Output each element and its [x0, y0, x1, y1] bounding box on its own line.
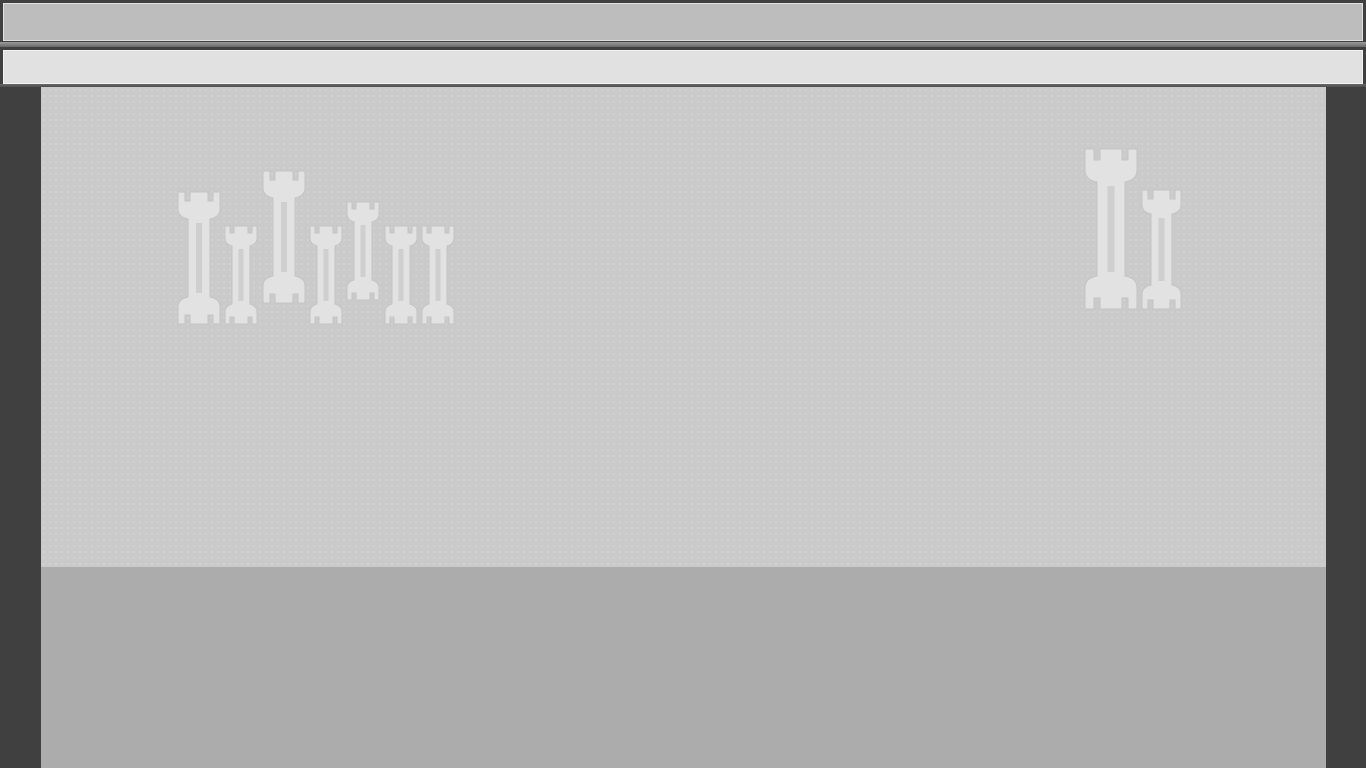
top-bar: [3, 3, 1363, 41]
wrench-icon: [262, 170, 306, 304]
wrench-icon: [1084, 148, 1138, 310]
wrench-icon: [1141, 189, 1182, 310]
lower-panel: [41, 567, 1326, 768]
wrench-icon: [309, 225, 343, 325]
wrench-icon: [384, 225, 418, 325]
right-frame: [1325, 87, 1366, 768]
wrench-icon: [421, 225, 455, 325]
wrench-icon: [346, 201, 380, 301]
secondary-bar: [3, 50, 1363, 84]
left-frame: [0, 87, 41, 768]
top-bar-divider: [0, 42, 1366, 47]
wrench-icon: [224, 225, 258, 325]
wrench-icon: [177, 191, 221, 325]
